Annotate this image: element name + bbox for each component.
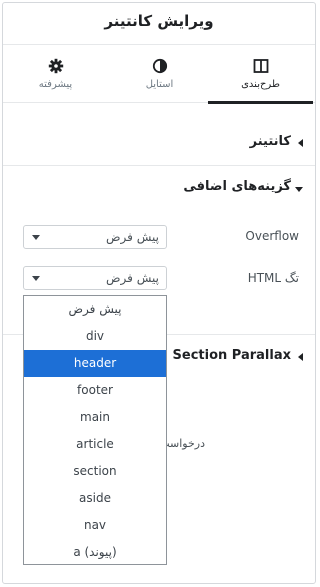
section-container-title: کانتینر	[249, 134, 291, 149]
tab-layout-label: طرح‌بندی	[241, 79, 280, 90]
dropdown-option[interactable]: a (پیوند)	[24, 539, 166, 566]
tab-advanced[interactable]: پیشرفته	[3, 45, 108, 103]
overflow-label: Overflow	[245, 229, 299, 243]
tab-advanced-label: پیشرفته	[38, 79, 73, 90]
caret-left-icon	[298, 139, 303, 147]
dropdown-arrow-icon	[32, 276, 40, 281]
half-circle-icon	[152, 58, 167, 74]
html-tag-select-value: پیش فرض	[106, 271, 159, 285]
dropdown-option-highlighted[interactable]: header	[24, 350, 166, 377]
panel-title: ویرایش کانتینر	[104, 12, 214, 30]
html-tag-dropdown-list[interactable]: پیش فرض div header footer main article s…	[23, 295, 167, 565]
tab-bar: طرح‌بندی استایل	[3, 45, 315, 104]
caret-down-icon	[295, 187, 303, 192]
dropdown-option[interactable]: aside	[24, 485, 166, 512]
panel-header: ویرایش کانتینر	[3, 3, 315, 45]
section-additional-options-header[interactable]: گزینه‌های اضافی	[3, 166, 315, 210]
dropdown-option[interactable]: article	[24, 431, 166, 458]
caret-left-icon	[298, 353, 303, 361]
section-parallax-title: Section Parallax	[172, 348, 291, 363]
tab-style[interactable]: استایل	[107, 45, 212, 103]
overflow-select[interactable]: پیش فرض	[23, 225, 167, 249]
tab-layout[interactable]: طرح‌بندی	[208, 45, 313, 104]
overflow-select-value: پیش فرض	[106, 230, 159, 244]
dropdown-option[interactable]: پیش فرض	[24, 296, 166, 323]
gear-icon	[48, 58, 63, 74]
section-additional-options-title: گزینه‌های اضافی	[183, 179, 291, 194]
section-container-header[interactable]: کانتینر	[3, 121, 315, 165]
layout-columns-icon	[253, 59, 268, 73]
dropdown-option[interactable]: main	[24, 404, 166, 431]
dropdown-option[interactable]: div	[24, 323, 166, 350]
html-tag-select[interactable]: پیش فرض	[23, 266, 167, 290]
dropdown-option[interactable]: nav	[24, 512, 166, 539]
dropdown-option[interactable]: footer	[24, 377, 166, 404]
editor-panel: ویرایش کانتینر طرح‌بندی استایل	[2, 2, 316, 584]
html-tag-label: تگ HTML	[247, 271, 299, 285]
dropdown-option[interactable]: section	[24, 458, 166, 485]
dropdown-arrow-icon	[32, 235, 40, 240]
tab-style-label: استایل	[145, 79, 174, 90]
